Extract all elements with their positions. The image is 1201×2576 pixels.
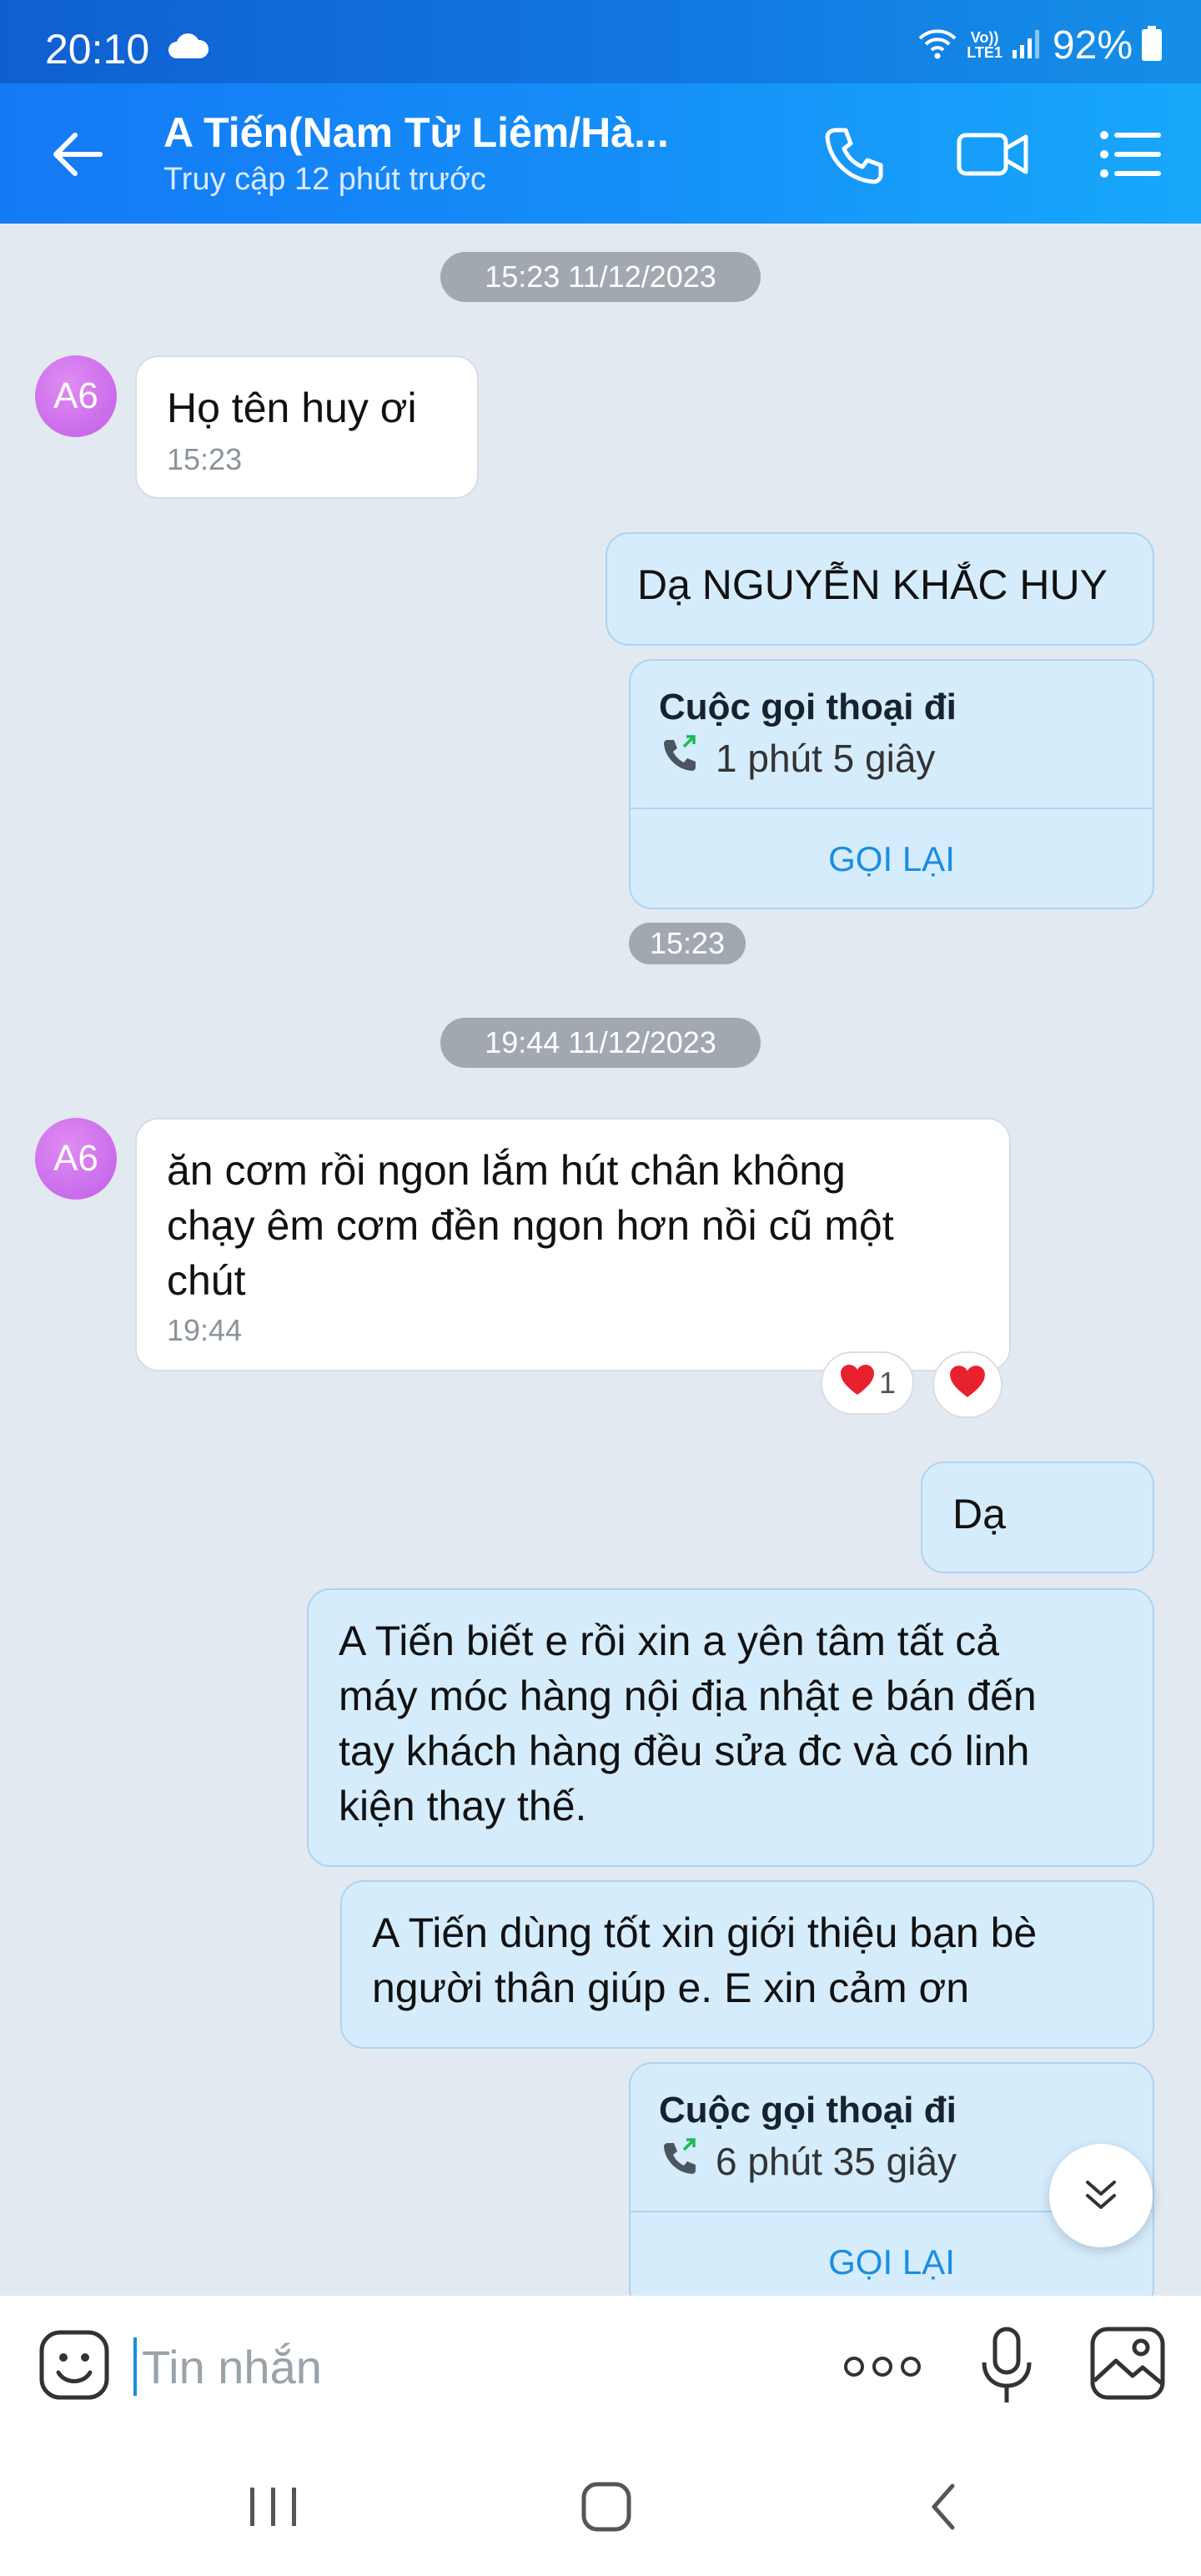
recent-apps-icon[interactable] [235,2478,310,2536]
last-seen-status: Truy cập 12 phút trước [163,162,486,197]
signal-icon [1011,27,1044,64]
volte-bottom-label: LTE1 [967,44,1003,61]
app-header: 20:10 Vo)) LTE1 92% A Tiến(Nam Từ Liêm/H… [0,0,1201,224]
call-card[interactable]: Cuộc gọi thoại đi 1 phút 5 giây GỌI LẠI [629,659,1154,909]
message-line: A Tiến biết e rồi xin a yên tâm tất cả [339,1618,1000,1664]
contact-name[interactable]: A Tiến(Nam Từ Liêm/Hà... [163,108,731,157]
cloud-icon [167,33,210,64]
incoming-message[interactable]: ăn cơm rồi ngon lắm hút chân không chạy … [135,1118,1011,1371]
message-time: 19:44 [167,1313,243,1347]
status-time: 20:10 [45,26,150,73]
sticker-icon[interactable] [38,2329,110,2401]
avatar[interactable]: A6 [35,1118,117,1200]
status-bar: 20:10 Vo)) LTE1 92% [0,0,1201,83]
message-line: tay khách hàng đều sửa đc và có linh [339,1728,1030,1774]
message-line: người thân giúp e. E xin cảm ơn [372,1965,970,2011]
reaction-summary[interactable]: 1 [821,1351,914,1415]
message-line: kiện thay thế. [339,1783,587,1829]
message-text: Dạ [952,1491,1006,1537]
outgoing-message[interactable]: Dạ NGUYỄN KHẮC HUY [606,532,1154,646]
message-input[interactable] [133,2337,801,2396]
back-arrow-icon[interactable] [48,125,107,184]
outgoing-call-icon [659,2136,699,2187]
incoming-message[interactable]: Họ tên huy ơi 15:23 [135,355,479,499]
outgoing-message[interactable]: A Tiến dùng tốt xin giới thiệu bạn bè ng… [340,1880,1154,2049]
home-icon[interactable] [569,2478,644,2536]
menu-list-icon[interactable] [1099,123,1163,185]
message-text: Dạ NGUYỄN KHẮC HUY [637,561,1108,608]
heart-icon [948,1364,987,1406]
outgoing-call-icon [659,732,699,784]
call-title: Cuộc gọi thoại đi [659,2090,957,2131]
message-time: 15:23 [167,442,243,476]
message-list[interactable]: 15:23 11/12/2023 A6 Họ tên huy ơi 15:23 … [0,224,1201,2296]
video-call-icon[interactable] [956,123,1029,185]
call-duration: 1 phút 5 giây [716,737,936,780]
message-composer [0,2296,1201,2438]
phone-icon[interactable] [821,123,887,185]
outgoing-message[interactable]: A Tiến biết e rồi xin a yên tâm tất cả m… [307,1588,1154,1867]
volte-indicator: Vo)) LTE1 [967,30,1003,60]
outgoing-message[interactable]: Dạ [921,1462,1154,1573]
volte-top-label: Vo)) [970,29,999,46]
image-gallery-icon[interactable] [1089,2326,1166,2401]
battery-percent: 92% [1052,23,1133,68]
message-line: ăn cơm rồi ngon lắm hút chân không [167,1147,846,1194]
message-text: Họ tên huy ơi [167,385,417,431]
heart-icon [839,1363,876,1404]
message-line: chạy êm cơm đền ngon hơn nồi cũ một [167,1202,894,1249]
call-title: Cuộc gọi thoại đi [659,687,957,727]
message-line: máy móc hàng nội địa nhật e bán đến [339,1673,1037,1719]
double-chevron-down-icon [1078,2171,1124,2221]
battery-icon [1141,25,1163,65]
microphone-icon[interactable] [979,2326,1034,2406]
avatar[interactable]: A6 [35,355,117,437]
call-duration: 6 phút 35 giây [716,2140,957,2183]
wifi-icon [917,27,958,64]
back-icon[interactable] [906,2478,981,2536]
reaction-count: 1 [878,1366,897,1400]
date-separator: 19:44 11/12/2023 [440,1018,761,1068]
date-separator: 15:23 11/12/2023 [440,252,761,302]
call-back-button[interactable]: GỌI LẠI [631,809,1153,908]
message-line: chút [167,1257,246,1304]
react-button[interactable] [932,1351,1003,1418]
message-line: A Tiến dùng tốt xin giới thiệu bạn bè [372,1909,1038,1956]
time-chip: 15:23 [629,923,746,964]
scroll-to-bottom-button[interactable] [1049,2144,1153,2247]
more-options-icon[interactable] [842,2346,922,2387]
system-navigation-bar [0,2438,1201,2576]
